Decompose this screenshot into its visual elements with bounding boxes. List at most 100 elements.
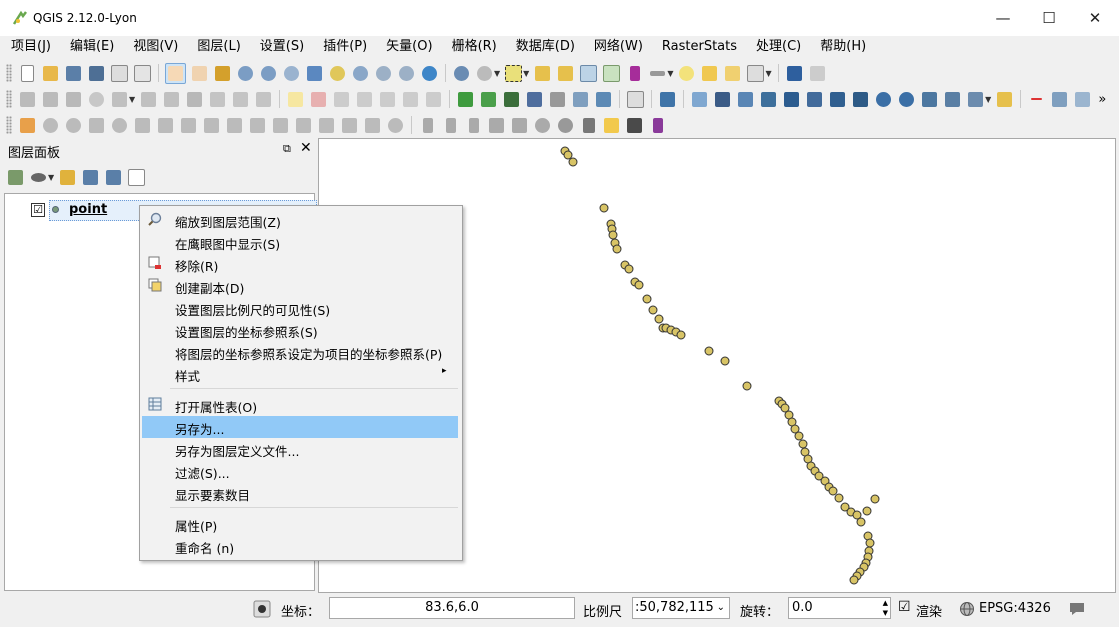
text-annotation-icon[interactable] <box>746 64 765 83</box>
georeferencer-icon[interactable] <box>1027 90 1046 109</box>
menu-edit[interactable]: 编辑(E) <box>59 36 122 58</box>
menu-show-in-overview[interactable]: 在鹰眼图中显示(S) <box>142 231 458 253</box>
merge-attributes-icon[interactable] <box>340 116 359 135</box>
save-project-icon[interactable] <box>64 64 83 83</box>
add-wfs-icon[interactable] <box>759 90 778 109</box>
add-ring-icon[interactable] <box>110 116 129 135</box>
delete-part-icon[interactable] <box>202 116 221 135</box>
add-feature-icon[interactable] <box>87 90 106 109</box>
menu-open-attribute-table[interactable]: 打开属性表(O) <box>142 394 458 416</box>
pan-map-icon[interactable] <box>165 62 186 84</box>
minimize-button[interactable]: — <box>980 0 1026 36</box>
reshape-features-icon[interactable] <box>225 116 244 135</box>
add-wfs-2-icon[interactable] <box>874 90 893 109</box>
move-vertex-icon[interactable] <box>487 116 506 135</box>
merge-features-icon[interactable] <box>317 116 336 135</box>
delete-ring-icon[interactable] <box>179 116 198 135</box>
menu-help[interactable]: 帮助(H) <box>809 36 874 58</box>
redo-icon[interactable] <box>64 116 83 135</box>
layer-group-icon[interactable] <box>995 90 1014 109</box>
help-icon[interactable] <box>785 64 804 83</box>
menu-save-as[interactable]: 另存为... <box>142 416 458 438</box>
add-delimited-text-icon[interactable] <box>805 90 824 109</box>
maximize-button[interactable]: ☐ <box>1026 0 1072 36</box>
new-bookmark-icon[interactable] <box>700 64 719 83</box>
rotate-feature-icon[interactable] <box>386 116 405 135</box>
split-features-icon[interactable] <box>271 116 290 135</box>
add-wms-2-icon[interactable] <box>897 90 916 109</box>
menu-set-project-crs[interactable]: 将图层的坐标参照系设定为项目的坐标参照系(P) <box>142 341 458 363</box>
close-button[interactable]: ✕ <box>1072 0 1118 36</box>
csw-icon[interactable] <box>626 90 645 109</box>
offset-curve-icon[interactable] <box>248 116 267 135</box>
refresh-icon[interactable] <box>420 64 439 83</box>
zoom-to-layer-icon[interactable] <box>351 64 370 83</box>
split-parts-icon[interactable] <box>294 116 313 135</box>
toolbar-grip[interactable] <box>6 64 12 82</box>
zoom-to-selection-icon[interactable] <box>328 64 347 83</box>
geo-reference-icon[interactable] <box>943 90 962 109</box>
add-group-icon[interactable] <box>6 168 25 187</box>
add-raster-layer-icon[interactable] <box>479 90 498 109</box>
fill-ring-icon[interactable] <box>156 116 175 135</box>
simplify-feature-icon[interactable] <box>87 116 106 135</box>
open-project-icon[interactable] <box>41 64 60 83</box>
manage-visibility-icon[interactable] <box>29 168 48 187</box>
remove-layer-icon[interactable] <box>127 168 146 187</box>
add-virtual-layer-icon[interactable] <box>851 90 870 109</box>
crs-globe-icon[interactable] <box>959 601 975 617</box>
menu-remove[interactable]: 移除(R) <box>142 253 458 275</box>
toolbar-grip[interactable] <box>6 116 12 134</box>
add-vector-layer-icon[interactable] <box>456 90 475 109</box>
menu-layer[interactable]: 图层(L) <box>186 36 248 58</box>
map-tips-icon[interactable] <box>677 64 696 83</box>
align-center-icon[interactable] <box>464 116 483 135</box>
add-mssql-icon[interactable] <box>548 90 567 109</box>
attribute-table-icon[interactable] <box>579 64 598 83</box>
layer-name[interactable]: point <box>69 202 107 217</box>
change-label-icon[interactable] <box>424 90 443 109</box>
spin-arrows-icon[interactable]: ▲ ▼ <box>883 598 888 618</box>
menu-filter[interactable]: 过滤(S)... <box>142 460 458 482</box>
field-calculator-icon[interactable] <box>602 64 621 83</box>
pan-to-selection-icon[interactable] <box>190 64 209 83</box>
toolbar-more-icon[interactable]: » <box>1096 90 1108 109</box>
composer-manager-icon[interactable] <box>133 64 152 83</box>
menu-database[interactable]: 数据库(D) <box>505 36 583 58</box>
current-edits-icon[interactable] <box>18 90 37 109</box>
crs-label[interactable]: EPSG:4326 <box>979 601 1051 616</box>
panel-close-icon[interactable]: ✕ <box>300 140 312 156</box>
sum-icon[interactable] <box>648 116 667 135</box>
save-as-icon[interactable] <box>87 64 106 83</box>
menu-duplicate[interactable]: 创建副本(D) <box>142 275 458 297</box>
save-edits-icon[interactable] <box>64 90 83 109</box>
new-shapefile-icon[interactable] <box>690 90 709 109</box>
menu-settings[interactable]: 设置(S) <box>249 36 312 58</box>
panel-float-icon[interactable]: ⧉ <box>283 142 291 156</box>
align-left-icon[interactable] <box>418 116 437 135</box>
zoom-full-icon[interactable] <box>305 64 324 83</box>
add-oracle-icon[interactable] <box>571 90 590 109</box>
move-label-icon[interactable] <box>378 90 397 109</box>
menu-plugins[interactable]: 插件(P) <box>312 36 375 58</box>
delete-selected-icon[interactable] <box>185 90 204 109</box>
menu-show-feature-count[interactable]: 显示要素数目 <box>142 482 458 504</box>
rotate-label-icon[interactable] <box>401 90 420 109</box>
cut-features-icon[interactable] <box>208 90 227 109</box>
toggle-editing-icon[interactable] <box>41 90 60 109</box>
rotate-symbols-icon[interactable] <box>363 116 382 135</box>
menu-set-layer-crs[interactable]: 设置图层的坐标参照系(S) <box>142 319 458 341</box>
menu-view[interactable]: 视图(V) <box>122 36 186 58</box>
menu-properties[interactable]: 属性(P) <box>142 513 458 535</box>
menu-processing[interactable]: 处理(C) <box>745 36 809 58</box>
add-vt-icon[interactable] <box>920 90 939 109</box>
snapping-icon[interactable] <box>556 116 575 135</box>
speech-bubble-icon[interactable] <box>1068 601 1086 617</box>
pin-labels-icon[interactable] <box>332 90 351 109</box>
add-postgis-icon[interactable] <box>525 90 544 109</box>
label-layer-icon[interactable] <box>309 90 328 109</box>
align-right-icon[interactable] <box>441 116 460 135</box>
add-spatialite-icon[interactable] <box>502 90 521 109</box>
statistics-icon[interactable] <box>625 64 644 83</box>
add-vertex-icon[interactable] <box>510 116 529 135</box>
